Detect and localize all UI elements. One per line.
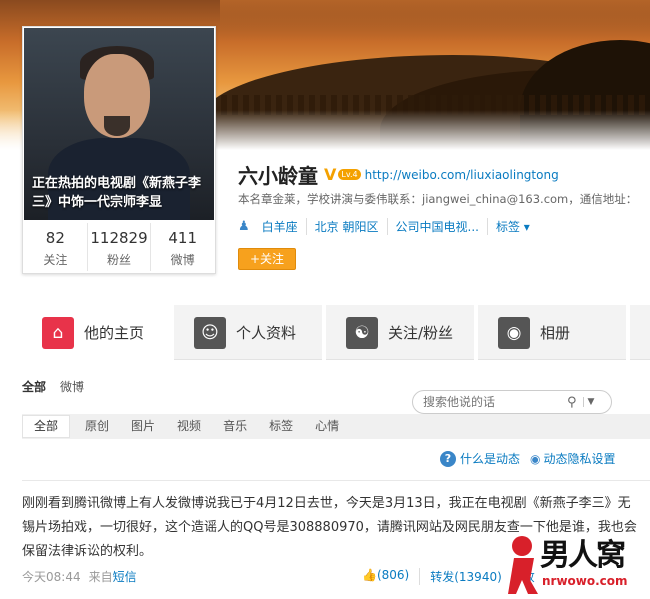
weibo-count: 411 (168, 229, 197, 247)
stat-weibo[interactable]: 411 微博 (151, 223, 214, 271)
via-source[interactable]: 短信 (113, 568, 137, 585)
thumbs-up-icon: 👍 (362, 568, 377, 582)
profile-tabs: ⌂ 他的主页 ☺ 个人资料 ☯ 关注/粉丝 ◉ 相册 (22, 305, 650, 360)
watermark-text: 男人窝 (540, 538, 626, 573)
watermark: 男人窝 nrwowo.com (508, 530, 650, 599)
feed-filter-bar: 全部 原创 图片 视频 音乐 标签 心情 (22, 414, 650, 439)
lock-icon: ◉ (530, 451, 541, 466)
following-count: 82 (45, 229, 65, 247)
home-icon: ⌂ (42, 316, 74, 349)
people-icon: ☯ (346, 316, 378, 349)
tab-home-label: 他的主页 (84, 324, 145, 342)
repost-button[interactable]: 转发(13940) (419, 568, 512, 585)
tab-home[interactable]: ⌂ 他的主页 (22, 305, 174, 360)
like-count: (806) (376, 568, 410, 582)
avatar[interactable]: 正在热拍的电视剧《新燕子李三》中饰一代宗师李显 (24, 28, 214, 220)
tag-location[interactable]: 北京 朝阳区 (305, 218, 387, 235)
following-label: 关注 (43, 253, 68, 267)
stat-fans[interactable]: 112829 粉丝 (88, 223, 152, 271)
level-badge[interactable]: Lv.4 (338, 169, 361, 180)
watermark-url: nrwowo.com (542, 574, 628, 588)
feed-tab-all[interactable]: 全部 (22, 376, 46, 397)
profile-tags: ♟ 白羊座 北京 朝阳区 公司中国电视... 标签 ▾ (238, 218, 538, 235)
tab-album-label: 相册 (540, 324, 571, 342)
profile-intro: 本名章金莱，学校讲演与委伟联系：jiangwei_china@163.com，通… (238, 192, 638, 206)
avatar-caption: 正在热拍的电视剧《新燕子李三》中饰一代宗师李显 (32, 176, 202, 210)
filter-all[interactable]: 全部 (22, 415, 71, 438)
filter-tag[interactable]: 标签 (258, 414, 304, 439)
tab-follow[interactable]: ☯ 关注/粉丝 (326, 305, 478, 360)
home-url-link[interactable]: http://weibo.com/liuxiaolingtong (365, 168, 559, 182)
verified-icon[interactable]: V (324, 165, 336, 184)
search-icon[interactable]: ⚲ (567, 395, 577, 410)
filter-video[interactable]: 视频 (166, 414, 212, 439)
help-icon: ? (440, 450, 456, 467)
profile-name: 六小龄童 (238, 164, 318, 188)
search-input[interactable] (423, 395, 563, 409)
via-prefix: 来自 (88, 570, 113, 584)
like-button[interactable]: 👍(806) (352, 568, 419, 585)
name-row: 六小龄童 V Lv.4 http://weibo.com/liuxiaoling… (238, 160, 559, 189)
tag-dropdown[interactable]: 标签 ▾ (486, 218, 538, 235)
stats-bar: 82 关注 112829 粉丝 411 微博 (24, 223, 214, 271)
tag-zodiac[interactable]: 白羊座 (262, 218, 306, 235)
feed-help: ? 什么是动态 ◉ 动态隐私设置 (430, 450, 616, 467)
weibo-label: 微博 (170, 253, 195, 267)
filter-picture[interactable]: 图片 (120, 414, 166, 439)
tab-album[interactable]: ◉ 相册 (478, 305, 630, 360)
feed-tab-weibo[interactable]: 微博 (60, 376, 84, 397)
post-time[interactable]: 今天08:44 (22, 568, 81, 585)
chevron-down-icon[interactable]: ▼ (582, 397, 594, 407)
stat-following[interactable]: 82 关注 (24, 223, 88, 271)
post-meta: 今天08:44 来自 短信 (22, 568, 137, 585)
filter-mood[interactable]: 心情 (304, 414, 350, 439)
tag-company[interactable]: 公司中国电视... (386, 218, 487, 235)
divider (22, 480, 650, 481)
feed-search: ⚲ ▼ (412, 390, 612, 414)
feed-top-tabs: 全部 微博 (22, 376, 98, 397)
person-icon: ☺ (194, 316, 226, 349)
privacy-settings-label: 动态隐私设置 (543, 452, 616, 466)
filter-original[interactable]: 原创 (74, 414, 120, 439)
filter-music[interactable]: 音乐 (212, 414, 258, 439)
privacy-settings-link[interactable]: ◉ 动态隐私设置 (530, 450, 616, 467)
camera-icon: ◉ (498, 316, 530, 349)
tab-profile[interactable]: ☺ 个人资料 (174, 305, 326, 360)
person-icon: ♟ (238, 219, 250, 234)
what-is-feed-label: 什么是动态 (460, 452, 521, 466)
fans-count: 112829 (90, 229, 148, 247)
what-is-feed-link[interactable]: ? 什么是动态 (440, 450, 520, 467)
profile-card: 正在热拍的电视剧《新燕子李三》中饰一代宗师李显 82 关注 112829 粉丝 … (22, 26, 216, 274)
fans-label: 粉丝 (107, 253, 132, 267)
tab-follow-label: 关注/粉丝 (388, 324, 454, 342)
watermark-logo-icon (508, 536, 538, 594)
follow-button[interactable]: +关注 (238, 248, 296, 270)
tab-profile-label: 个人资料 (236, 324, 297, 342)
